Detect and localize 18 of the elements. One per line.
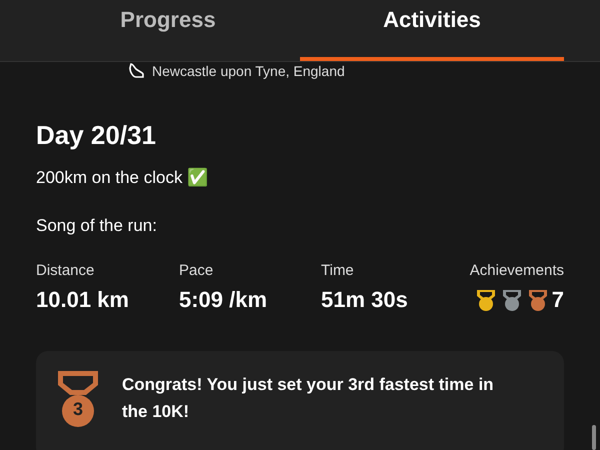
stat-value: 51m 30s: [321, 287, 409, 313]
tab[interactable]: Activities: [300, 0, 564, 61]
medal-number: 3: [72, 399, 84, 420]
stat-value: 10.01 km: [36, 287, 130, 313]
congrats-text: Congrats! You just set your 3rd fastest time in the 10K!: [122, 374, 495, 423]
song-label: Song of the run:: [36, 216, 158, 236]
activity-title: Day 20/31: [36, 120, 157, 151]
scrollbar: [592, 425, 596, 450]
tab[interactable]: Progress: [36, 0, 300, 61]
stat-value: 5:09 /km: [179, 287, 268, 313]
stat-label: Time: [321, 262, 355, 279]
shoe-icon: [128, 62, 146, 80]
location-text: Newcastle upon Tyne, England: [152, 63, 345, 79]
stat-label: Pace: [179, 262, 214, 279]
stat-label: Achievements: [470, 262, 564, 279]
activity-description: 200km on the clock ✅: [36, 167, 210, 188]
achievement-count: 7: [552, 287, 564, 313]
stat-label: Distance: [36, 262, 96, 279]
